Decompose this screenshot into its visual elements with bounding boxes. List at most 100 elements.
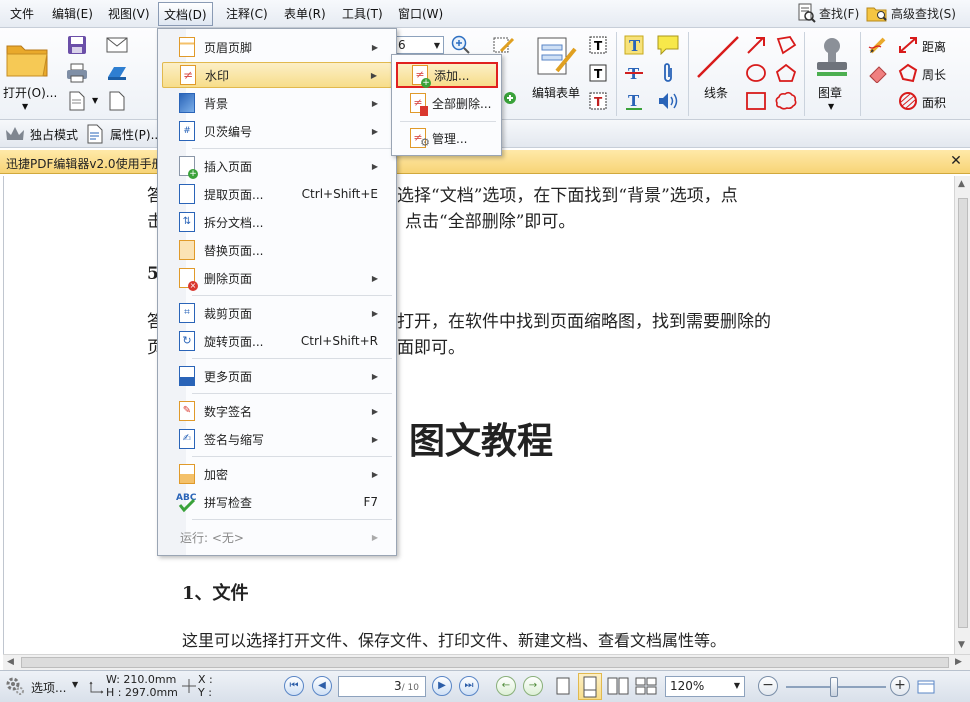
edit-form-label[interactable]: 编辑表单: [532, 84, 580, 101]
edit-text-icon[interactable]: [492, 34, 516, 56]
close-tab-icon[interactable]: ✕: [948, 153, 964, 169]
open-folder-icon[interactable]: [4, 36, 50, 80]
menu-annotate[interactable]: 注释(C): [226, 5, 268, 22]
eraser-icon[interactable]: [866, 62, 890, 84]
back-view-icon[interactable]: ←: [496, 676, 516, 696]
page-icon[interactable]: [104, 90, 130, 112]
scan-icon[interactable]: [104, 62, 130, 84]
watermark-manage-item[interactable]: ≠ ⚙ 管理...: [396, 125, 498, 151]
email-icon[interactable]: [104, 34, 130, 56]
forward-view-icon[interactable]: →: [523, 676, 543, 696]
menu-item-bates-numbering[interactable]: # 贝茨编号 ▶: [162, 118, 392, 144]
open-dropdown-icon[interactable]: ▼: [22, 102, 28, 111]
menu-item-split-document[interactable]: ⇅ 拆分文档...: [162, 209, 392, 235]
horizontal-scrollbar[interactable]: ◀ ▶: [3, 654, 970, 670]
add-green-icon[interactable]: [502, 90, 518, 106]
menu-item-spell-check[interactable]: ABC 拼写检查 F7: [162, 489, 392, 515]
menu-window[interactable]: 窗口(W): [398, 5, 443, 22]
edit-form-icon[interactable]: [534, 34, 578, 78]
zoom-input[interactable]: 6 ▼: [394, 36, 444, 54]
menu-file[interactable]: 文件: [10, 5, 34, 22]
pencil-icon[interactable]: [866, 34, 890, 56]
vertical-scrollbar[interactable]: ▲ ▼: [954, 176, 970, 654]
scroll-right-icon[interactable]: ▶: [955, 657, 962, 667]
watermark-remove-all-item[interactable]: ≠ 全部删除...: [396, 90, 498, 116]
distance-label[interactable]: 距离: [922, 38, 946, 55]
ellipse-tool-icon[interactable]: [744, 62, 768, 84]
menu-item-replace-page[interactable]: 替换页面...: [162, 237, 392, 263]
attachment-icon[interactable]: [656, 62, 680, 84]
exclusive-mode-button[interactable]: 独占模式: [30, 126, 78, 143]
polygon-tool-icon[interactable]: [774, 62, 798, 84]
note-icon[interactable]: [656, 34, 680, 56]
menu-item-sign-and-initial[interactable]: ✍ 签名与缩写 ▶: [162, 426, 392, 452]
continuous-page-icon[interactable]: [578, 673, 602, 700]
menu-item-watermark[interactable]: ≠ 水印 ▶: [162, 62, 392, 88]
document-tab-title[interactable]: 迅捷PDF编辑器v2.0使用手册: [6, 155, 164, 172]
stamp-icon[interactable]: [812, 34, 852, 80]
menu-item-delete-page[interactable]: × 删除页面 ▶: [162, 265, 392, 291]
perimeter-label[interactable]: 周长: [922, 66, 946, 83]
underline-icon[interactable]: T: [622, 90, 646, 112]
menu-item-crop-page[interactable]: ⌗ 裁剪页面 ▶: [162, 300, 392, 326]
zoom-plus-icon[interactable]: +: [890, 676, 910, 696]
zoom-select[interactable]: 120% ▼: [665, 676, 745, 697]
zoom-slider-thumb[interactable]: [830, 677, 838, 697]
arrow-tool-icon[interactable]: [744, 34, 768, 56]
menu-tools[interactable]: 工具(T): [342, 5, 383, 22]
menu-item-header-footer[interactable]: 页眉页脚 ▶: [162, 34, 392, 60]
zoom-select-dropdown-icon[interactable]: ▼: [734, 681, 740, 690]
text-field-icon[interactable]: T: [586, 62, 610, 84]
watermark-add-item[interactable]: ≠ + 添加...: [396, 62, 498, 88]
save-icon[interactable]: [66, 34, 88, 56]
menu-document[interactable]: 文档(D): [158, 2, 213, 26]
scroll-down-icon[interactable]: ▼: [958, 640, 965, 650]
perimeter-icon[interactable]: [896, 62, 920, 84]
zoom-in-icon[interactable]: [450, 34, 472, 56]
menu-form[interactable]: 表单(R): [284, 5, 326, 22]
stamp-label[interactable]: 图章: [818, 84, 842, 101]
menu-view[interactable]: 视图(V): [108, 5, 150, 22]
scroll-up-icon[interactable]: ▲: [958, 179, 965, 189]
zoom-out-icon[interactable]: −: [758, 676, 778, 696]
lines-label[interactable]: 线条: [704, 84, 728, 101]
typewriter-icon[interactable]: T: [622, 34, 646, 56]
horizontal-scroll-thumb[interactable]: [21, 657, 949, 668]
options-gear-icon[interactable]: [4, 675, 26, 697]
next-page-icon[interactable]: ▶: [432, 676, 452, 696]
single-page-icon[interactable]: [554, 676, 572, 696]
menu-item-digital-signature[interactable]: ✎ 数字签名 ▶: [162, 398, 392, 424]
zoom-dropdown-icon[interactable]: ▼: [434, 41, 440, 50]
form-field-icon[interactable]: T: [586, 34, 610, 56]
new-dropdown-icon[interactable]: ▼: [92, 96, 98, 105]
area-label[interactable]: 面积: [922, 94, 946, 111]
first-page-icon[interactable]: ⏮: [284, 676, 304, 696]
continuous-facing-icon[interactable]: [634, 676, 658, 696]
new-document-icon[interactable]: [66, 90, 88, 112]
last-page-icon[interactable]: ⏭: [459, 676, 479, 696]
scroll-left-icon[interactable]: ◀: [7, 657, 14, 667]
distance-icon[interactable]: [896, 34, 920, 56]
menu-item-background[interactable]: 背景 ▶: [162, 90, 392, 116]
text-box-icon[interactable]: T: [586, 90, 610, 112]
area-icon[interactable]: [896, 90, 920, 112]
open-label[interactable]: 打开(O)...: [3, 84, 57, 101]
properties-button[interactable]: 属性(P)...: [110, 126, 162, 143]
fit-window-icon[interactable]: [916, 677, 936, 697]
menu-item-encrypt[interactable]: 加密 ▶: [162, 461, 392, 487]
strikeout-icon[interactable]: T: [622, 62, 646, 84]
facing-pages-icon[interactable]: [606, 676, 630, 696]
line-tool-icon[interactable]: [694, 34, 742, 80]
search-button[interactable]: 查找(F): [796, 3, 859, 23]
menu-item-extract-page[interactable]: 提取页面... Ctrl+Shift+E: [162, 181, 392, 207]
menu-item-more-pages[interactable]: 更多页面 ▶: [162, 363, 392, 389]
sound-icon[interactable]: [656, 90, 680, 112]
advanced-search-button[interactable]: 高级查找(S): [866, 3, 956, 23]
menu-edit[interactable]: 编辑(E): [52, 5, 93, 22]
rectangle-tool-icon[interactable]: [744, 90, 768, 112]
print-icon[interactable]: [66, 62, 88, 84]
polyline-tool-icon[interactable]: [774, 34, 798, 56]
cloud-tool-icon[interactable]: [774, 90, 798, 112]
page-number-input[interactable]: 3/ 10: [338, 676, 426, 697]
menu-item-insert-page[interactable]: + 插入页面 ▶: [162, 153, 392, 179]
